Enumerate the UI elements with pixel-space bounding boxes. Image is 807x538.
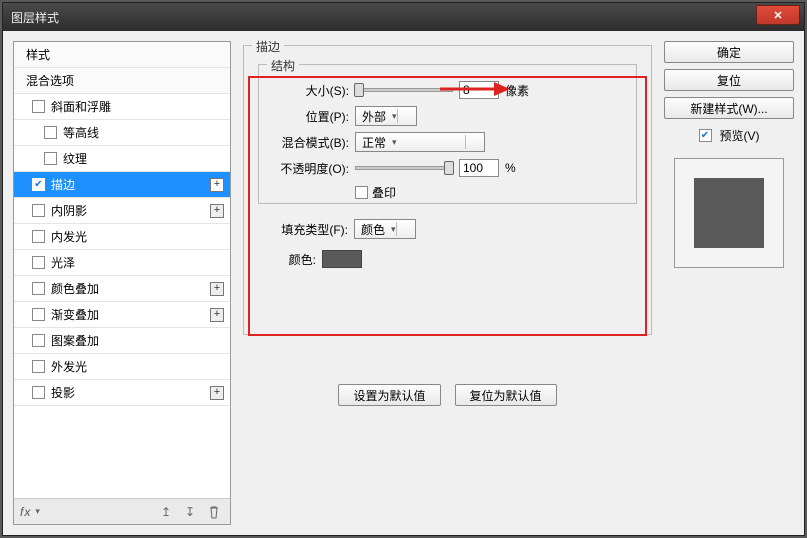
chevron-down-icon: ▾: [392, 137, 397, 148]
ok-button[interactable]: 确定: [664, 41, 794, 63]
list-head-blend[interactable]: 混合选项: [14, 68, 230, 94]
cancel-button[interactable]: 复位: [664, 69, 794, 91]
preview-toggle-row: 预览(V): [664, 127, 794, 144]
checkbox[interactable]: [44, 152, 57, 165]
position-dropdown[interactable]: 外部▾: [355, 106, 417, 126]
checkbox[interactable]: [32, 334, 45, 347]
opacity-slider[interactable]: [355, 166, 453, 170]
trash-icon[interactable]: [204, 502, 224, 522]
add-effect-icon[interactable]: +: [210, 386, 224, 400]
styles-list: 样式 混合选项 斜面和浮雕 等高线 纹理 描边+ 内阴影+ 内发光 光泽 颜色叠…: [14, 42, 230, 498]
fill-group: 填充类型(F): 颜色▾ 颜色:: [258, 214, 637, 314]
layer-style-dialog: 图层样式 ✕ 样式 混合选项 斜面和浮雕 等高线 纹理 描边+ 内阴影+ 内发光…: [2, 2, 805, 536]
overprint-checkbox[interactable]: [355, 186, 368, 199]
list-item-satin[interactable]: 光泽: [14, 250, 230, 276]
close-button[interactable]: ✕: [756, 5, 800, 25]
checkbox[interactable]: [32, 178, 45, 191]
checkbox[interactable]: [32, 386, 45, 399]
fill-type-dropdown[interactable]: 颜色▾: [354, 219, 416, 239]
blend-mode-dropdown[interactable]: 正常▾: [355, 132, 485, 152]
styles-list-panel: 样式 混合选项 斜面和浮雕 等高线 纹理 描边+ 内阴影+ 内发光 光泽 颜色叠…: [13, 41, 231, 525]
dialog-content: 样式 混合选项 斜面和浮雕 等高线 纹理 描边+ 内阴影+ 内发光 光泽 颜色叠…: [3, 31, 804, 535]
list-item-stroke[interactable]: 描边+: [14, 172, 230, 198]
overprint-label: 叠印: [372, 184, 396, 201]
list-footer: fx ▾ ↥ ↧: [14, 498, 230, 524]
window-title: 图层样式: [11, 9, 59, 26]
list-item-contour[interactable]: 等高线: [14, 120, 230, 146]
new-style-button[interactable]: 新建样式(W)...: [664, 97, 794, 119]
stroke-fieldset-label: 描边: [252, 38, 284, 55]
position-label: 位置(P):: [259, 108, 349, 125]
checkbox[interactable]: [32, 308, 45, 321]
list-item-bevel[interactable]: 斜面和浮雕: [14, 94, 230, 120]
size-label: 大小(S):: [259, 82, 349, 99]
checkbox[interactable]: [32, 204, 45, 217]
fx-label: fx: [20, 505, 31, 519]
list-item-pattern-overlay[interactable]: 图案叠加: [14, 328, 230, 354]
make-default-button[interactable]: 设置为默认值: [338, 384, 440, 406]
titlebar: 图层样式 ✕: [3, 3, 804, 31]
move-up-icon[interactable]: ↥: [156, 502, 176, 522]
list-item-gradient-overlay[interactable]: 渐变叠加+: [14, 302, 230, 328]
size-slider[interactable]: [355, 88, 453, 92]
preview-label: 预览(V): [720, 127, 760, 144]
add-effect-icon[interactable]: +: [210, 178, 224, 192]
add-effect-icon[interactable]: +: [210, 282, 224, 296]
preview-box: [674, 158, 784, 268]
chevron-down-icon: ▾: [391, 224, 396, 235]
add-effect-icon[interactable]: +: [210, 204, 224, 218]
list-item-color-overlay[interactable]: 颜色叠加+: [14, 276, 230, 302]
default-buttons: 设置为默认值 复位为默认值: [244, 384, 651, 406]
list-item-inner-glow[interactable]: 内发光: [14, 224, 230, 250]
size-unit: 像素: [505, 82, 529, 99]
list-item-texture[interactable]: 纹理: [14, 146, 230, 172]
close-icon: ✕: [773, 9, 782, 22]
checkbox[interactable]: [44, 126, 57, 139]
size-input[interactable]: [459, 81, 499, 99]
slider-thumb[interactable]: [354, 83, 364, 97]
color-swatch[interactable]: [322, 250, 362, 268]
add-effect-icon[interactable]: +: [210, 308, 224, 322]
chevron-down-icon: ▾: [392, 111, 397, 122]
stroke-fieldset: 描边 结构 大小(S): 像素 位置(P): 外部▾: [243, 45, 652, 335]
structure-fieldset: 结构 大小(S): 像素 位置(P): 外部▾ 混合模式: [258, 64, 637, 204]
preview-checkbox[interactable]: [699, 129, 712, 142]
color-label: 颜色:: [258, 251, 316, 268]
list-item-inner-shadow[interactable]: 内阴影+: [14, 198, 230, 224]
blend-mode-label: 混合模式(B):: [259, 134, 349, 151]
list-item-outer-glow[interactable]: 外发光: [14, 354, 230, 380]
opacity-input[interactable]: [459, 159, 499, 177]
checkbox[interactable]: [32, 360, 45, 373]
preview-swatch: [694, 178, 764, 248]
move-down-icon[interactable]: ↧: [180, 502, 200, 522]
checkbox[interactable]: [32, 282, 45, 295]
list-head-styles[interactable]: 样式: [14, 42, 230, 68]
checkbox[interactable]: [32, 256, 45, 269]
structure-fieldset-label: 结构: [267, 57, 299, 74]
opacity-unit: %: [505, 161, 516, 175]
checkbox[interactable]: [32, 100, 45, 113]
stroke-settings-panel: 描边 结构 大小(S): 像素 位置(P): 外部▾: [241, 41, 654, 525]
opacity-label: 不透明度(O):: [259, 160, 349, 177]
checkbox[interactable]: [32, 230, 45, 243]
slider-thumb[interactable]: [444, 161, 454, 175]
action-panel: 确定 复位 新建样式(W)... 预览(V): [664, 41, 794, 525]
list-item-drop-shadow[interactable]: 投影+: [14, 380, 230, 406]
fill-type-label: 填充类型(F):: [258, 221, 348, 238]
reset-default-button[interactable]: 复位为默认值: [455, 384, 557, 406]
